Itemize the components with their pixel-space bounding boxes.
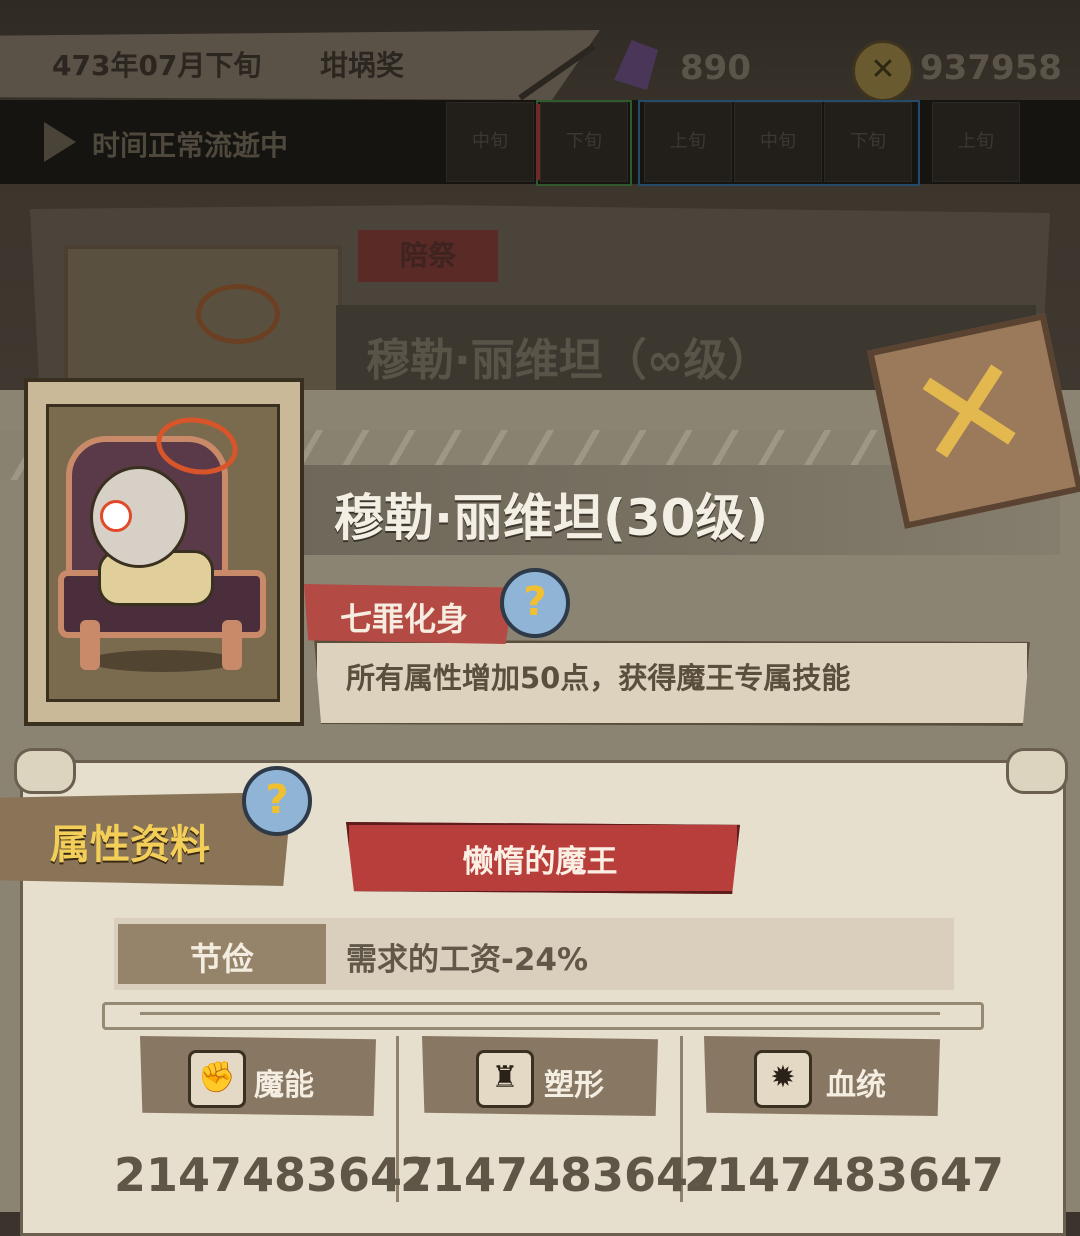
throne-leg (80, 620, 100, 670)
timeline-cell[interactable]: 上旬 (932, 102, 1020, 182)
gold-count: 937958 (920, 48, 1062, 88)
help-icon[interactable]: ? (500, 568, 570, 638)
divider-line (140, 1012, 940, 1015)
background-tag: 陪祭 (358, 230, 498, 282)
demon-king-title: 懒惰的魔王 (462, 844, 618, 880)
stat-label: 血统 (826, 1068, 886, 1103)
coin-icon: ✕ (852, 40, 914, 102)
attributes-title: 属性资料 (50, 822, 210, 868)
timeline-marker (536, 104, 540, 180)
player-title: 坩埚奖 (320, 49, 405, 82)
stat-label: 塑形 (544, 1068, 604, 1103)
help-icon[interactable]: ? (242, 766, 312, 836)
timeline-month-group (638, 100, 920, 186)
stat-bloodline-button[interactable] (704, 1036, 940, 1116)
body-shape-icon: ♜ (476, 1050, 534, 1108)
game-date: 473年07月下旬 (52, 49, 262, 82)
throne-leg (222, 620, 242, 670)
divider (102, 1002, 984, 1030)
trait-label: 节俭 (189, 940, 254, 978)
stat-value: 2147483647 (684, 1148, 1005, 1202)
bloodline-icon: ✹ (754, 1050, 812, 1108)
stat-value: 2147483647 (400, 1148, 721, 1202)
background-halo (196, 284, 280, 344)
gem-count: 890 (680, 48, 751, 88)
stat-label: 魔能 (254, 1068, 314, 1103)
demon-energy-icon: ✊ (188, 1050, 246, 1108)
background-name: 穆勒·丽维坦（∞级） (366, 335, 772, 386)
time-status: 时间正常流逝中 (92, 129, 289, 162)
timeline-cell[interactable]: 中旬 (446, 102, 534, 182)
stat-value: 2147483647 (114, 1148, 435, 1202)
scroll-roll (1006, 748, 1068, 794)
scroll-roll (14, 748, 76, 794)
character-eye (100, 500, 132, 532)
character-name: 穆勒·丽维坦(30级) (334, 489, 769, 547)
stat-body-shape-button[interactable] (422, 1036, 658, 1116)
trait-description: 所有属性增加50点，获得魔王专属技能 (346, 661, 851, 695)
play-icon[interactable] (44, 122, 76, 162)
trait-effect: 需求的工资-24% (346, 942, 589, 978)
portrait-shadow (88, 650, 238, 672)
trait-name: 七罪化身 (340, 600, 469, 638)
timeline-month-group (536, 100, 632, 186)
